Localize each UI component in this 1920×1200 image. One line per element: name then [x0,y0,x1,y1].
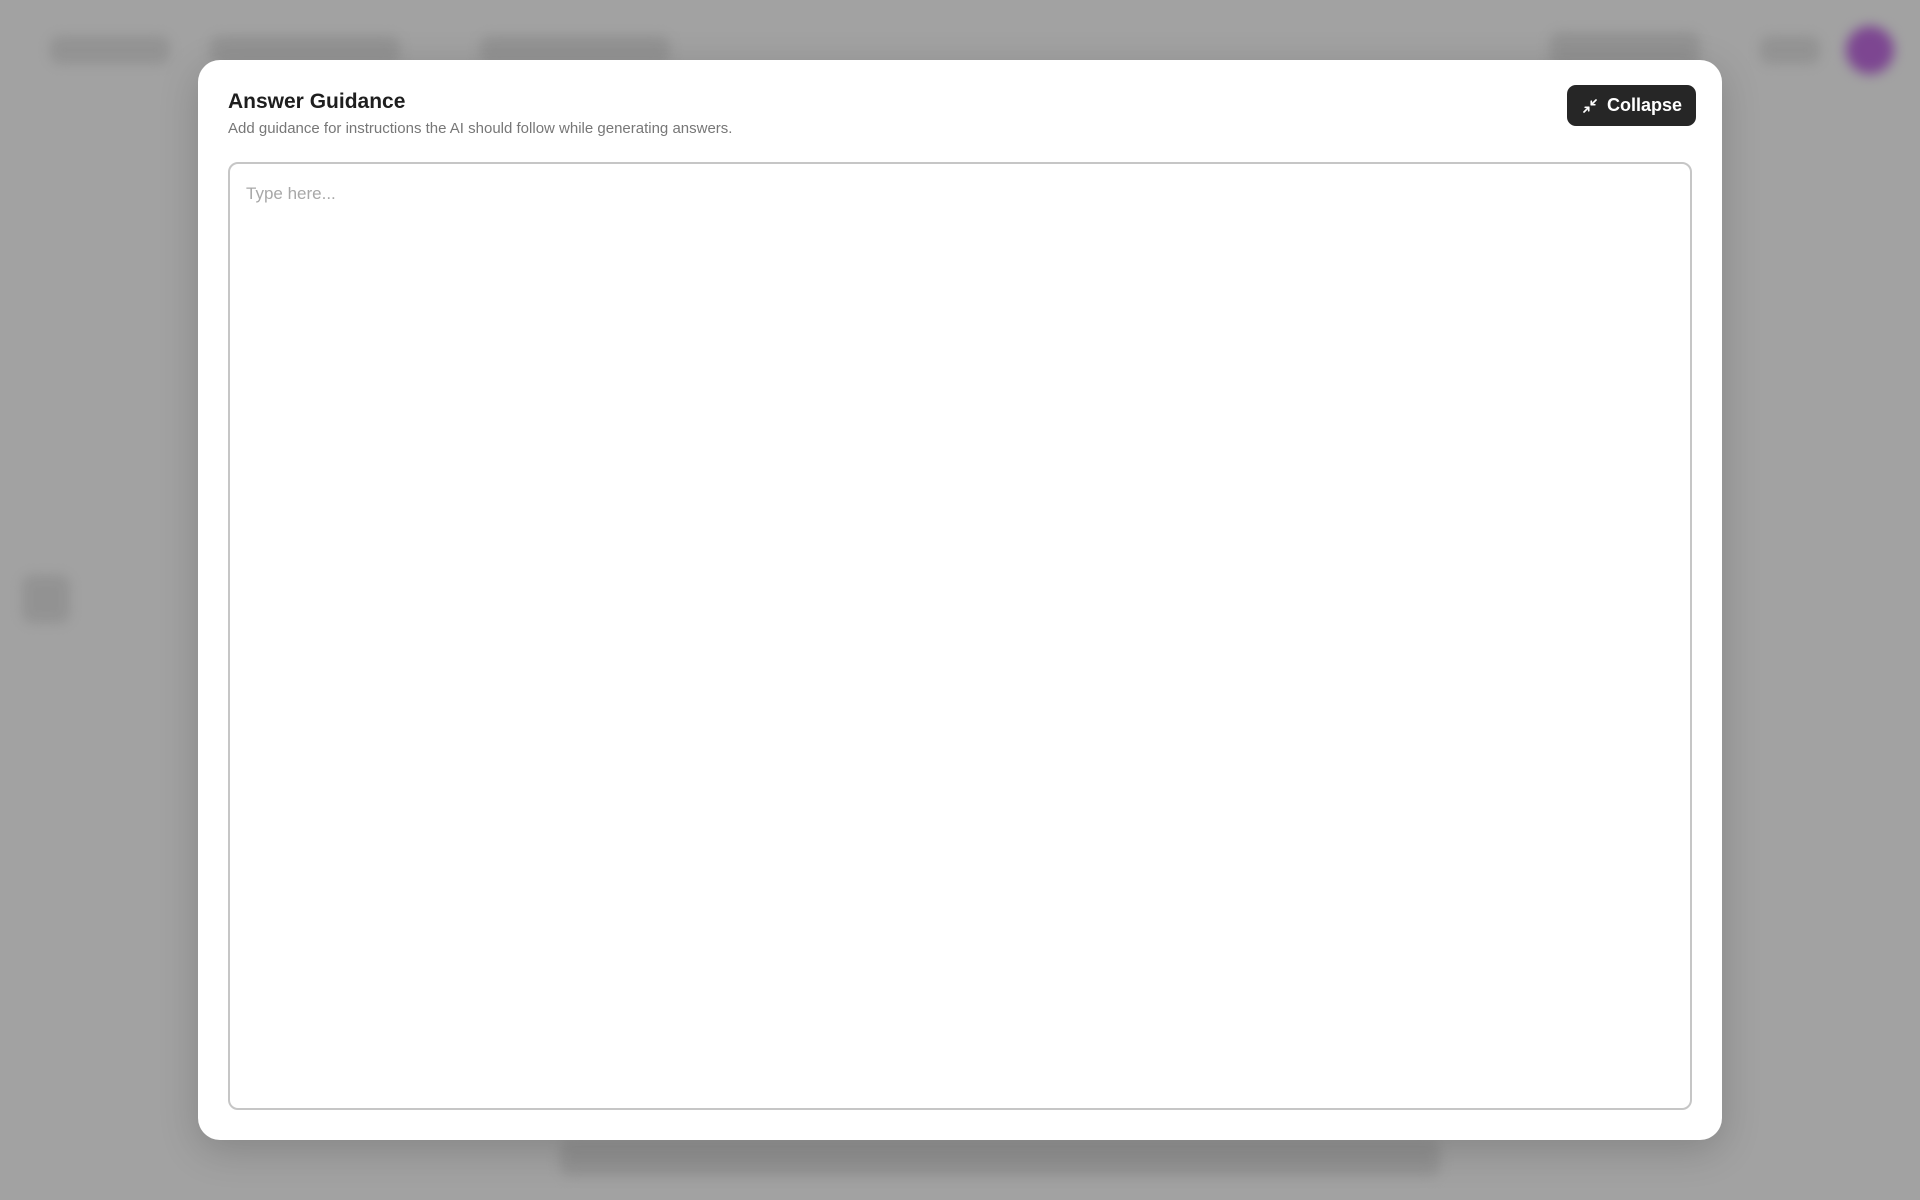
collapse-button-label: Collapse [1606,95,1682,115]
modal-title: Answer Guidance [228,90,406,113]
collapse-arrows-icon [1583,98,1597,113]
answer-guidance-textarea[interactable] [228,162,1692,1110]
collapse-button[interactable]: Collapse [1566,85,1696,126]
answer-guidance-modal: Answer Guidance Add guidance for instruc… [198,60,1722,1140]
modal-subtitle: Add guidance for instructions the AI sho… [228,120,733,137]
